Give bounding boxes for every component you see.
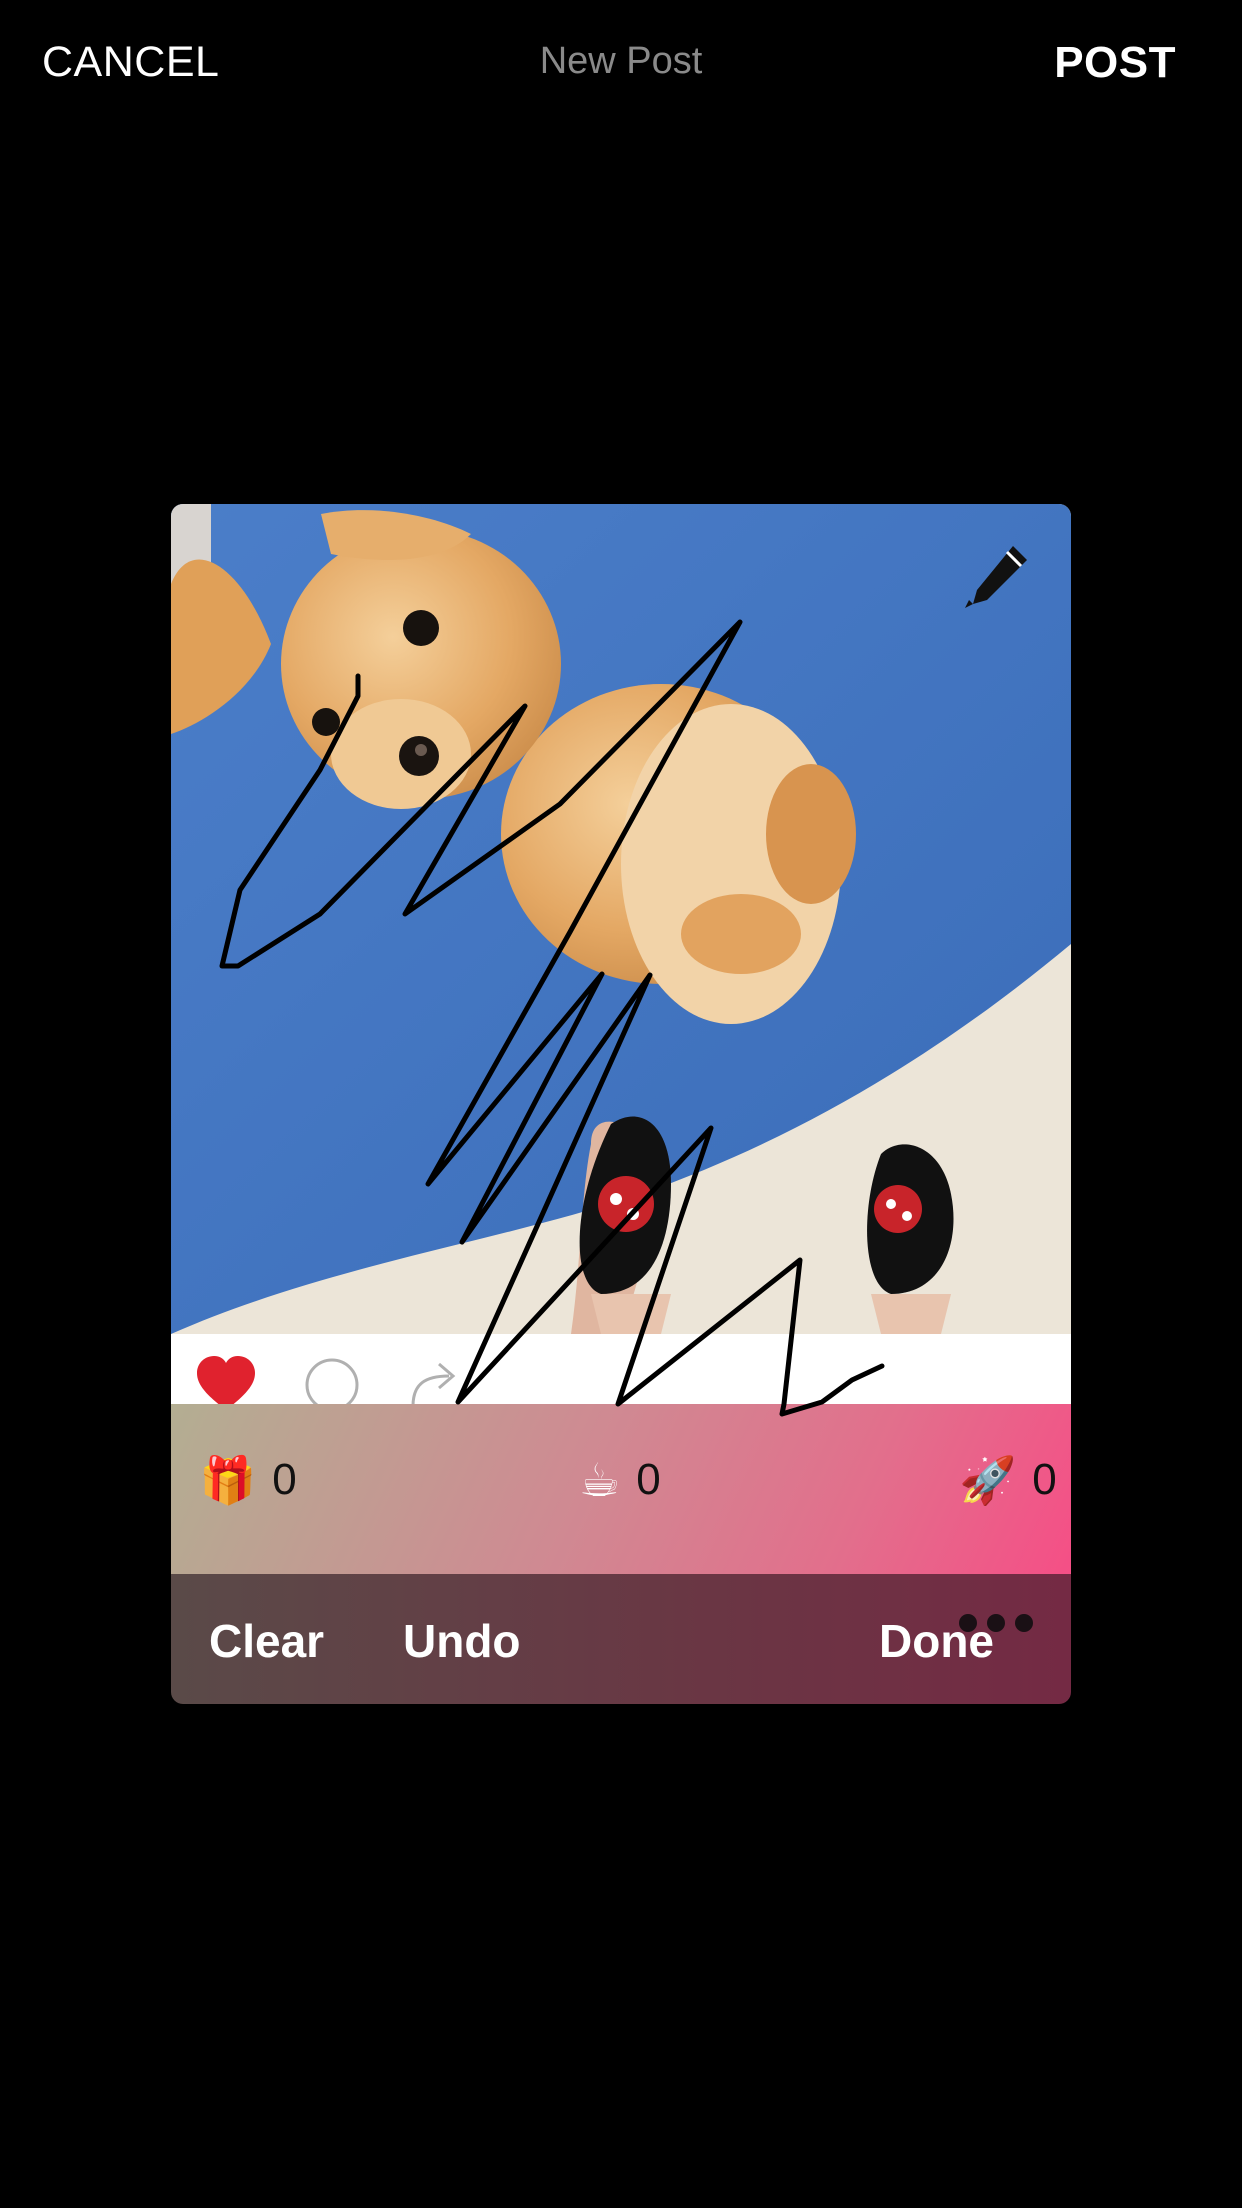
comment-icon[interactable] [301,1354,363,1408]
undo-button[interactable]: Undo [403,1614,521,1668]
gift-count: 0 [272,1455,297,1504]
clear-button[interactable]: Clear [209,1614,324,1668]
post-actions [171,1334,1071,1408]
coffee-count: 0 [636,1455,661,1504]
post-button[interactable]: POST [1054,38,1176,88]
reaction-stats: 🎁 0 ☕ 0 🚀 0 [171,1404,1071,1574]
gift-stat[interactable]: 🎁 0 [199,1450,297,1510]
heart-icon[interactable] [195,1354,257,1408]
rocket-icon: 🚀 [959,1453,1017,1507]
coffee-icon: ☕ [579,1453,621,1507]
post-photo[interactable] [171,504,1071,1334]
gift-icon: 🎁 [199,1453,257,1507]
rocket-stat[interactable]: 🚀 0 [959,1450,1057,1510]
drawing-toolbar: Clear Undo Done [171,1574,1071,1704]
post-card: 🎁 0 ☕ 0 🚀 0 Clear Undo Done [171,504,1071,1704]
pencil-icon[interactable] [961,542,1031,612]
rocket-count: 0 [1032,1455,1057,1504]
navigation-bar: CANCEL New Post POST [0,0,1242,128]
share-icon[interactable] [403,1354,465,1408]
more-options-icon[interactable] [959,1614,1043,1637]
coffee-stat[interactable]: ☕ 0 [579,1450,661,1510]
